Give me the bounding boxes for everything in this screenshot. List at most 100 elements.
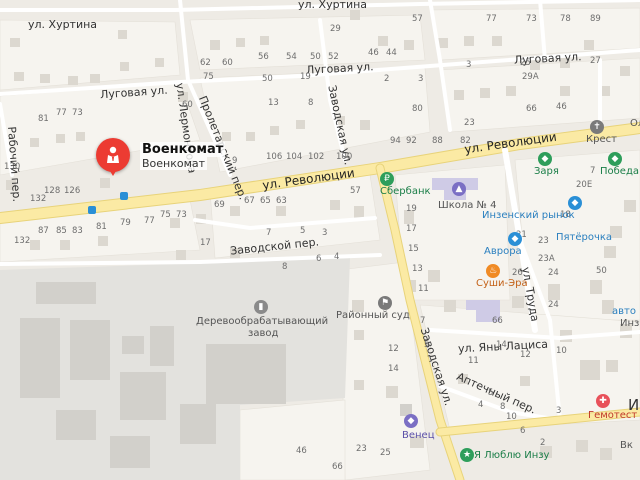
house-number: 130 — [4, 162, 21, 172]
house-number: 12 — [388, 344, 399, 354]
poi-label-venets[interactable]: Венец — [402, 430, 435, 441]
house-number: 104 — [286, 152, 303, 162]
house-number: 2 — [384, 74, 390, 84]
voenkomat-pin[interactable] — [96, 138, 130, 176]
poi-label-sberbank[interactable]: Сбербанк — [380, 186, 431, 197]
house-number: 87 — [38, 226, 49, 236]
house-number: 15 — [408, 244, 419, 254]
house-number: 50 — [596, 266, 607, 276]
house-number: 77 — [486, 14, 497, 24]
house-number: 3 — [322, 228, 328, 238]
house-number: 132 — [30, 194, 47, 204]
house-number: 4 — [478, 400, 484, 410]
house-number: 6 — [316, 254, 322, 264]
house-number: 50 — [310, 52, 321, 62]
poi-label-inzensky-rynok[interactable]: Инзенский рынок — [482, 210, 575, 221]
street-label-hurtina-left: ул. Хуртина — [28, 18, 98, 31]
house-number: 10 — [556, 346, 567, 356]
poi-label-rayonny-sud[interactable]: Районный суд — [336, 310, 410, 321]
poi-label-derevo-line2[interactable]: завод — [248, 328, 278, 339]
house-number: 29 — [330, 24, 341, 34]
house-number: 7 — [590, 166, 596, 176]
house-number: 8 — [308, 98, 314, 108]
house-number: 100 — [336, 152, 353, 162]
house-number: 75 — [203, 72, 214, 82]
house-number: 60 — [222, 58, 233, 68]
house-number: 73 — [72, 108, 83, 118]
shop-icon-pobeda[interactable]: ◆ — [608, 152, 622, 166]
house-number: 12 — [520, 350, 531, 360]
house-number: 57 — [350, 186, 361, 196]
house-number: 3 — [556, 406, 562, 416]
military-office-icon — [107, 146, 119, 163]
house-number: 19 — [300, 72, 311, 82]
medical-icon[interactable]: ✚ — [596, 394, 610, 408]
house-number: 3 — [466, 60, 472, 70]
shop-icon-venets[interactable]: ◆ — [404, 414, 418, 428]
house-number: 25 — [520, 58, 531, 68]
house-number: 46 — [368, 48, 379, 58]
transport-icon[interactable] — [120, 192, 128, 200]
star-icon[interactable]: ★ — [460, 448, 474, 462]
house-number: 46 — [296, 446, 307, 456]
house-number: 17 — [200, 238, 211, 248]
house-number: 66 — [332, 462, 343, 472]
house-number: 83 — [72, 226, 83, 236]
house-number: 10 — [506, 412, 517, 422]
poi-label-krest[interactable]: Крест — [586, 134, 617, 145]
house-number: 60 — [182, 100, 193, 110]
poi-label-pobeda[interactable]: Победа — [600, 166, 639, 177]
house-number: 24 — [548, 268, 559, 278]
house-number: 63 — [276, 196, 287, 206]
house-number: 5 — [424, 340, 430, 350]
house-number: 23 — [538, 236, 549, 246]
house-number: 2 — [540, 438, 546, 448]
house-number: 6 — [520, 426, 526, 436]
shop-icon-avrora[interactable]: ◆ — [508, 232, 522, 246]
house-number: 50 — [262, 74, 273, 84]
poi-label-inz-partial: Инз — [620, 318, 640, 329]
poi-label-vk-partial: Вк — [620, 440, 633, 451]
poi-label-zarya[interactable]: Заря — [534, 166, 559, 177]
house-number: 11 — [468, 356, 479, 366]
house-number: 67 — [244, 196, 255, 206]
church-icon[interactable]: ✝ — [590, 120, 604, 134]
house-number: 11 — [418, 284, 429, 294]
poi-label-pyaterochka[interactable]: Пятёрочка — [556, 232, 612, 243]
bank-icon[interactable]: ₽ — [380, 172, 394, 186]
bus-stop-icon[interactable] — [88, 206, 96, 214]
house-number: 25 — [380, 448, 391, 458]
court-icon[interactable]: ⚑ — [378, 296, 392, 310]
house-number: 14 — [496, 340, 507, 350]
house-number: 88 — [432, 136, 443, 146]
poi-label-ya-lyublyu[interactable]: Я Люблю Инзу — [474, 450, 549, 461]
house-number: 23А — [538, 254, 555, 264]
house-number: 77 — [56, 108, 67, 118]
house-number: 73 — [176, 210, 187, 220]
house-number: 27 — [590, 56, 601, 66]
house-number: 8 — [282, 262, 288, 272]
house-number: 57 — [412, 14, 423, 24]
house-number: 4 — [334, 252, 340, 262]
house-number: 54 — [286, 52, 297, 62]
house-number: 106 — [266, 152, 283, 162]
factory-icon[interactable]: ▮ — [254, 300, 268, 314]
shop-icon[interactable]: ◆ — [568, 196, 582, 210]
poi-label-sushi[interactable]: Суши-Эра — [476, 278, 528, 289]
school-icon[interactable]: ▲ — [452, 182, 466, 196]
poi-label-avrora[interactable]: Аврора — [484, 246, 522, 257]
house-number: 81 — [96, 222, 107, 232]
house-number: 132 — [14, 236, 31, 246]
map-canvas[interactable]: ул. Хуртина ул. Хуртина Луговая ул. Луго… — [0, 0, 640, 480]
house-number: 9 — [232, 156, 238, 166]
house-number: 52 — [328, 52, 339, 62]
house-number: 80 — [412, 104, 423, 114]
house-number: 89 — [590, 14, 601, 24]
house-number: 85 — [56, 226, 67, 236]
poi-label-avto-partial[interactable]: авто — [612, 306, 636, 317]
poi-label-derevo-line1[interactable]: Деревообрабатывающий — [196, 316, 328, 327]
pin-title[interactable]: Военкомат — [140, 142, 226, 157]
house-number: 8 — [500, 402, 506, 412]
shop-icon-zarya[interactable]: ◆ — [538, 152, 552, 166]
food-icon[interactable]: ♨ — [486, 264, 500, 278]
